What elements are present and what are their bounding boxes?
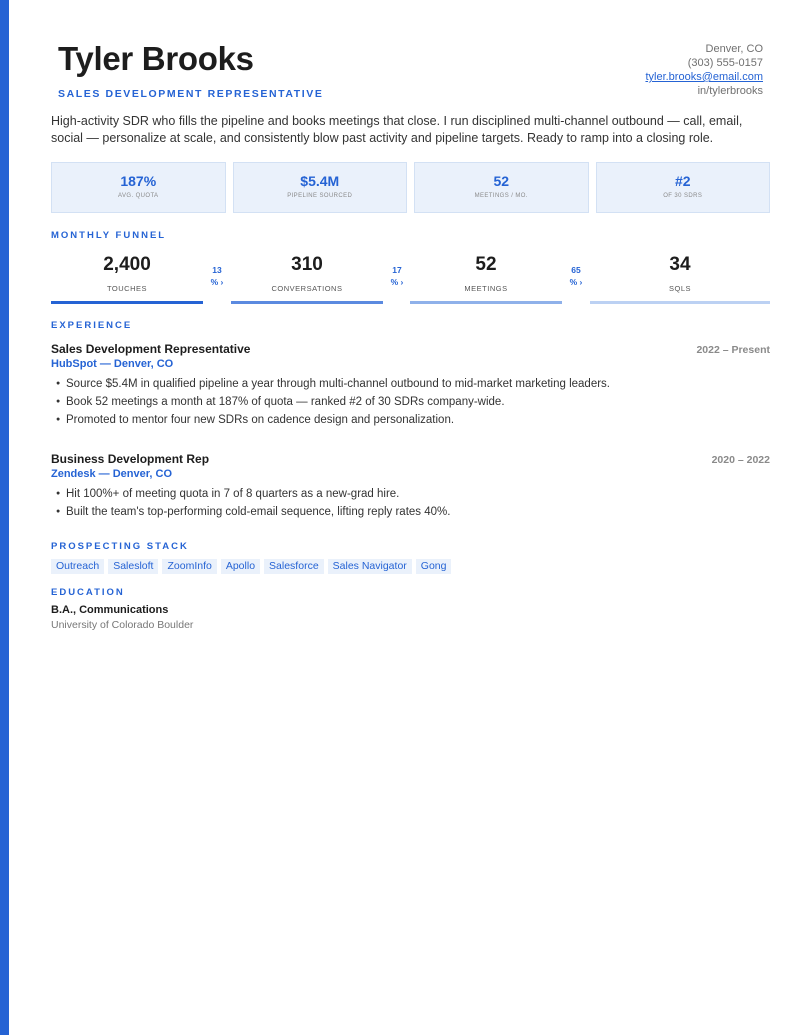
funnel-stage-bar <box>51 301 203 304</box>
funnel-stage-label: CONVERSATIONS <box>271 284 343 293</box>
job-company: Zendesk — Denver, CO <box>51 468 173 480</box>
education-degree: B.A., Communications <box>51 604 169 616</box>
funnel-stage-value: 52 <box>475 254 497 275</box>
job-bullet: Built the team's top-performing cold-ema… <box>51 503 770 521</box>
stack-tag: Sales Navigator <box>327 559 412 574</box>
funnel-stage-value: 2,400 <box>103 254 151 275</box>
funnel-stage-label: MEETINGS <box>464 284 508 293</box>
stat-label: AVG. QUOTA <box>118 193 159 199</box>
candidate-role: SALES DEVELOPMENT REPRESENTATIVE <box>58 88 324 100</box>
funnel-section-title: MONTHLY FUNNEL <box>51 230 167 241</box>
stack-tag: Apollo <box>220 559 261 574</box>
job-bullet: Source $5.4M in qualified pipeline a yea… <box>51 375 770 393</box>
stack-tag: Salesforce <box>264 559 324 574</box>
job-entry-zendesk: Business Development Rep 2020 – 2022 Zen… <box>51 452 770 521</box>
contact-block: Denver, CO (303) 555-0157 tyler.brooks@e… <box>645 42 763 98</box>
funnel-stage-meetings: 52 MEETINGS <box>410 254 562 293</box>
education-section-title: EDUCATION <box>51 587 125 598</box>
job-title: Sales Development Representative <box>51 342 251 356</box>
job-bullet: Book 52 meetings a month at 187% of quot… <box>51 393 770 411</box>
candidate-name: Tyler Brooks <box>58 40 254 77</box>
funnel-stage-sqls: 34 SQLS <box>590 254 770 293</box>
education-school: University of Colorado Boulder <box>51 619 194 631</box>
funnel-stage-bar <box>590 301 770 304</box>
funnel-stage-conversations: 310 CONVERSATIONS <box>231 254 383 293</box>
stat-value: #2 <box>674 173 691 189</box>
funnel-stage-value: 310 <box>291 254 323 275</box>
contact-location: Denver, CO <box>705 43 763 55</box>
stat-value: 187% <box>120 173 157 189</box>
stat-card-rank: #2 OF 30 SDRS <box>595 162 770 213</box>
job-dates: 2020 – 2022 <box>711 454 770 466</box>
stat-card-quota: 187% AVG. QUOTA <box>51 162 226 213</box>
stack-tag-list: Outreach Salesloft ZoomInfo Apollo Sales… <box>51 559 452 574</box>
job-entry-hubspot: Sales Development Representative 2022 – … <box>51 342 770 429</box>
conversion-value: 17 <box>392 265 402 275</box>
stat-label: MEETINGS / MO. <box>474 193 528 199</box>
stat-value: 52 <box>493 173 510 189</box>
resume-header: Tyler Brooks SALES DEVELOPMENT REPRESENT… <box>51 0 770 108</box>
left-accent-bar <box>0 0 9 1035</box>
stat-card-meetings: 52 MEETINGS / MO. <box>414 162 589 213</box>
funnel-conversion-rate: 65 % › <box>564 264 588 288</box>
contact-linkedin: in/tylerbrooks <box>697 85 763 97</box>
job-company: HubSpot — Denver, CO <box>51 358 174 370</box>
stack-tag: Outreach <box>51 559 105 574</box>
funnel-stage-value: 34 <box>669 254 691 275</box>
conversion-value: 65 <box>571 265 581 275</box>
stat-card-pipeline: $5.4M PIPELINE SOURCED <box>232 162 407 213</box>
funnel-stage-bar <box>410 301 562 304</box>
funnel-stage-touches: 2,400 TOUCHES <box>51 254 203 293</box>
contact-phone: (303) 555-0157 <box>687 57 763 69</box>
job-bullet: Promoted to mentor four new SDRs on cade… <box>51 411 770 429</box>
summary-text: High-activity SDR who fills the pipeline… <box>51 114 743 145</box>
monthly-funnel: 2,400 TOUCHES 13 % › 310 CONVERSATIONS 1… <box>51 254 770 306</box>
stack-tag: Gong <box>415 559 452 574</box>
conversion-unit: % › <box>210 277 224 287</box>
stats-row: 187% AVG. QUOTA $5.4M PIPELINE SOURCED 5… <box>51 162 770 213</box>
job-bullets: Hit 100%+ of meeting quota in 7 of 8 qua… <box>51 485 770 521</box>
experience-section-title: EXPERIENCE <box>51 320 133 331</box>
stack-tag: ZoomInfo <box>162 559 217 574</box>
stat-label: OF 30 SDRS <box>663 193 703 199</box>
funnel-stage-bar <box>231 301 383 304</box>
funnel-stage-label: SQLS <box>668 284 691 293</box>
conversion-value: 13 <box>212 265 222 275</box>
stat-label: PIPELINE SOURCED <box>287 193 353 199</box>
stat-value: $5.4M <box>300 173 340 189</box>
contact-email-link[interactable]: tyler.brooks@email.com <box>645 71 763 83</box>
stack-tag: Salesloft <box>108 559 159 574</box>
job-bullet: Hit 100%+ of meeting quota in 7 of 8 qua… <box>51 485 770 503</box>
funnel-conversion-rate: 13 % › <box>205 264 229 288</box>
conversion-unit: % › <box>390 277 404 287</box>
job-dates: 2022 – Present <box>696 344 770 356</box>
job-bullets: Source $5.4M in qualified pipeline a yea… <box>51 375 770 429</box>
conversion-unit: % › <box>569 277 583 287</box>
funnel-stage-label: TOUCHES <box>106 284 148 293</box>
stack-section-title: PROSPECTING STACK <box>51 541 189 552</box>
job-title: Business Development Rep <box>51 452 210 466</box>
funnel-conversion-rate: 17 % › <box>385 264 409 288</box>
resume-page: Tyler Brooks SALES DEVELOPMENT REPRESENT… <box>51 0 770 631</box>
